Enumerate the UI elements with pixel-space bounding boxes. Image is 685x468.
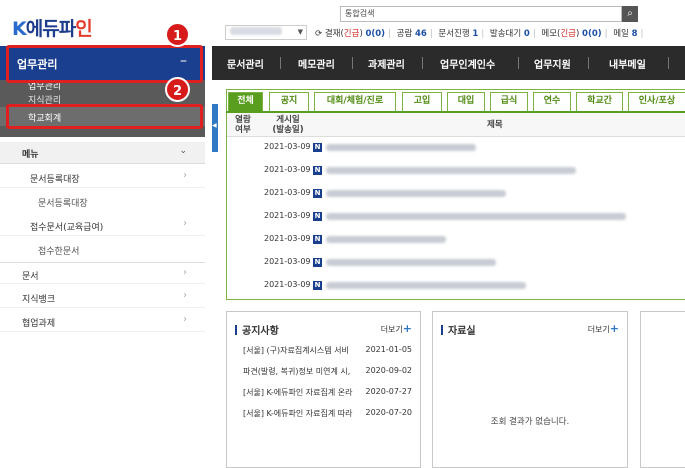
- library-panel: 자료실 더보기+: [432, 311, 628, 468]
- board-row-date: 2021-03-09: [264, 257, 311, 266]
- sidebar-item-doc-register[interactable]: 문서등록대장 ›: [0, 166, 205, 188]
- sidebar-item-collab[interactable]: 협업과제 ›: [0, 310, 205, 332]
- tab-training[interactable]: 연수: [533, 92, 571, 111]
- board-row-title[interactable]: [326, 190, 506, 197]
- notice-item[interactable]: [서울] (구)자료집계시스템 서비 2021-01-05: [243, 345, 418, 356]
- board-row-date: 2021-03-09: [264, 211, 311, 220]
- board-row-date: 2021-03-09: [264, 142, 311, 151]
- status-approval[interactable]: 결재(긴급) 0(0): [325, 29, 385, 39]
- tab-high-school[interactable]: 고입: [402, 92, 442, 111]
- highlight-school-accounting: [6, 104, 203, 129]
- status-doc-progress[interactable]: 문서진행 1: [438, 29, 478, 39]
- library-more-button[interactable]: 더보기+: [588, 322, 619, 335]
- notice-item[interactable]: 파견(발령, 복귀)정보 미연계 시, 2020-09-02: [243, 366, 418, 377]
- tab-notice[interactable]: 공지: [269, 92, 309, 111]
- sidebar-item-documents[interactable]: 문서 ›: [0, 262, 205, 284]
- plus-icon: +: [402, 322, 412, 335]
- library-title: 자료실: [441, 322, 476, 337]
- board-row-title[interactable]: [326, 144, 476, 151]
- empty-result-message: 조회 결과가 없습니다.: [490, 417, 570, 427]
- sidebar-item-knowledge-bank[interactable]: 지식뱅크 ›: [0, 286, 205, 308]
- new-badge: N: [313, 189, 322, 198]
- tab-hr-award[interactable]: 인사/포상: [628, 92, 685, 111]
- new-badge: N: [313, 281, 322, 290]
- sidebar-subitem-received[interactable]: 접수한문서: [0, 238, 205, 260]
- nav-internal-mail[interactable]: 내부메일: [609, 56, 646, 71]
- notice-item[interactable]: [서울] K-에듀파인 자료집계 따라 2020-07-20: [243, 408, 418, 419]
- tab-contest[interactable]: 대회/체험/진로: [314, 92, 396, 111]
- chevron-left-icon: ◀: [212, 122, 217, 129]
- board-row-title[interactable]: [326, 282, 526, 289]
- annotation-badge-2: 2: [165, 77, 190, 102]
- chevron-right-icon: ›: [183, 170, 187, 181]
- tab-all[interactable]: 전체: [228, 92, 263, 111]
- department-select[interactable]: ▼: [225, 25, 307, 40]
- nav-doc-management[interactable]: 문서관리: [227, 56, 264, 71]
- menu-header[interactable]: 메뉴 ⌄: [0, 142, 205, 164]
- search-icon[interactable]: ⌕: [622, 6, 638, 22]
- board-column-header: 열람 여부 게시일 (발송일) 제목: [227, 113, 685, 137]
- board-row-title[interactable]: [326, 259, 496, 266]
- status-counters: ⟳ 결재(긴급) 0(0) | 공람 46 | 문서진행 1 | 발송대기 0 | 메모…: [315, 29, 644, 39]
- board-row-date: 2021-03-09: [264, 234, 311, 243]
- annotation-badge-1: 1: [165, 22, 190, 47]
- status-mail[interactable]: 메일 8: [613, 29, 637, 39]
- chevron-right-icon: ›: [183, 290, 187, 301]
- chevron-right-icon: ›: [183, 314, 187, 325]
- new-badge: N: [313, 166, 322, 175]
- new-badge: N: [313, 143, 322, 152]
- tab-inter-school[interactable]: 학교간: [576, 92, 623, 111]
- board-row-title[interactable]: [326, 167, 576, 174]
- top-navigation: 문서관리 메모관리 과제관리 업무인계인수 업무지원 내부메일: [212, 46, 685, 80]
- board-row-title[interactable]: [326, 236, 446, 243]
- new-badge: N: [313, 212, 322, 221]
- status-memo[interactable]: 메모(긴급) 0(0): [541, 29, 601, 39]
- nav-handover[interactable]: 업무인계인수: [440, 56, 495, 71]
- board-row-date: 2021-03-09: [264, 165, 311, 174]
- chevron-right-icon: ›: [183, 267, 187, 278]
- chevron-right-icon: ›: [183, 218, 187, 229]
- new-badge: N: [313, 235, 322, 244]
- board-row-title[interactable]: [326, 213, 626, 220]
- sidebar-item-received-docs[interactable]: 접수문서(교육급여) ›: [0, 214, 205, 236]
- search-input[interactable]: 통합검색: [340, 6, 622, 22]
- extra-panel: [640, 311, 685, 468]
- notice-item[interactable]: [서울] K-에듀파인 자료집계 온라 2020-07-27: [243, 387, 418, 398]
- chevron-down-icon: ⌄: [179, 146, 187, 156]
- sidebar-subitem-doc-register[interactable]: 문서등록대장: [0, 190, 205, 212]
- nav-task-management[interactable]: 과제관리: [368, 56, 405, 71]
- k-edufine-logo[interactable]: K에듀파인: [12, 14, 93, 41]
- status-review[interactable]: 공람 46: [397, 29, 427, 39]
- refresh-icon[interactable]: ⟳: [315, 29, 322, 39]
- board-row-date: 2021-03-09: [264, 280, 311, 289]
- sidebar-toggle[interactable]: ◀: [212, 104, 218, 152]
- tab-meal[interactable]: 급식: [490, 92, 528, 111]
- notice-title: 공지사항: [235, 322, 279, 337]
- plus-icon: +: [609, 322, 619, 335]
- notice-more-button[interactable]: 더보기+: [381, 322, 412, 335]
- board-row-date: 2021-03-09: [264, 188, 311, 197]
- nav-memo-management[interactable]: 메모관리: [298, 56, 335, 71]
- status-send-wait[interactable]: 발송대기 0: [490, 29, 530, 39]
- new-badge: N: [313, 258, 322, 267]
- tab-university[interactable]: 대입: [447, 92, 485, 111]
- nav-work-support[interactable]: 업무지원: [534, 56, 571, 71]
